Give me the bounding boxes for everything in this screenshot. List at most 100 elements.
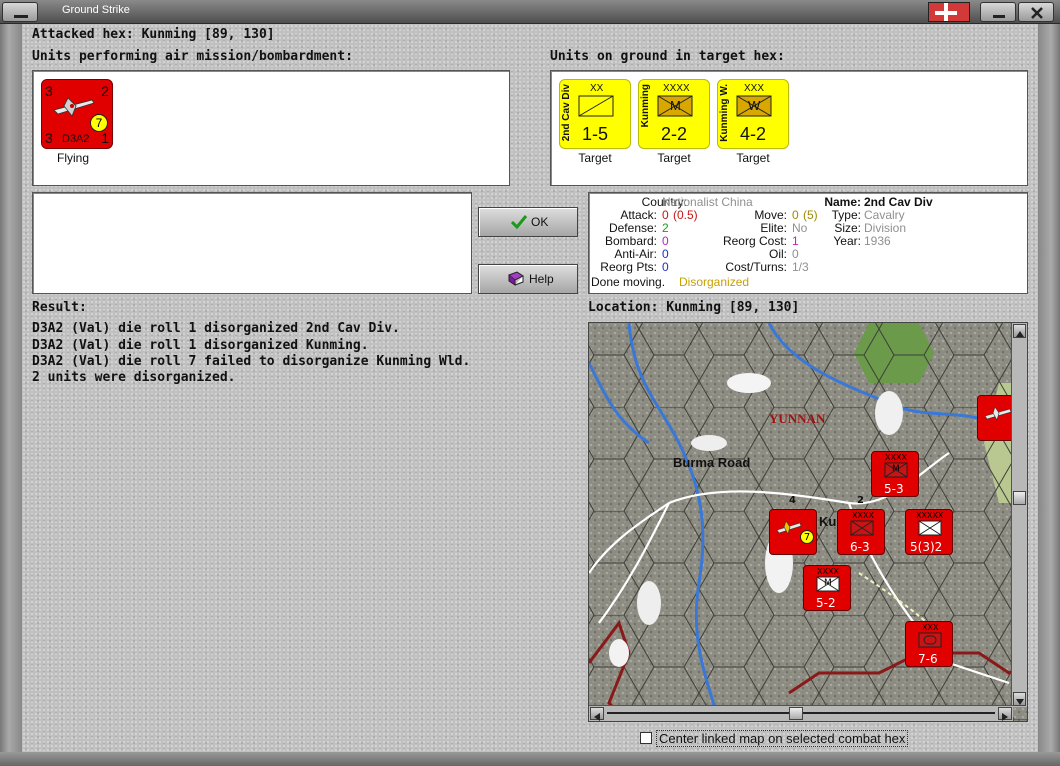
- map-air-unit-counter[interactable]: 7: [769, 509, 817, 555]
- map-unit-counter[interactable]: XXXX M 5-3: [871, 451, 919, 497]
- map-label-kunming: Ku: [819, 514, 837, 529]
- name-value: 2nd Cav Div: [864, 195, 933, 209]
- window-frame-right: [1038, 24, 1060, 754]
- map-unit-value: 7-6: [918, 652, 938, 666]
- map-unit-value: 5(3)2: [910, 540, 943, 554]
- aircraft-icon: [53, 97, 95, 117]
- cost-turns-key: Cost/Turns:: [725, 260, 787, 274]
- defense-value: 2: [662, 221, 669, 235]
- cost-turns-value: 1/3: [792, 260, 809, 274]
- help-button[interactable]: Help: [478, 264, 578, 294]
- map-unit-size: XXXX: [817, 567, 839, 576]
- done-moving-label: Done moving.: [591, 275, 666, 289]
- size-key: Size:: [834, 221, 861, 235]
- map-vertical-scrollbar[interactable]: [1011, 323, 1027, 707]
- type-value: Cavalry: [864, 208, 905, 222]
- oil-key: Oil:: [769, 247, 787, 261]
- window-frame-left: [0, 24, 22, 754]
- map-unit-size: XXXXX: [916, 511, 944, 520]
- ground-unit-counter[interactable]: Kunming W. XXX W 4-2: [717, 79, 789, 149]
- cavalry-symbol-icon: [578, 95, 614, 117]
- stack-count: 2: [857, 495, 864, 506]
- vertical-scroll-thumb[interactable]: [1013, 491, 1026, 505]
- center-map-checkbox-label[interactable]: Center linked map on selected combat hex: [656, 730, 909, 747]
- aircraft-icon: [984, 406, 1012, 421]
- horizontal-scroll-thumb[interactable]: [789, 707, 803, 720]
- scroll-down-button[interactable]: [1013, 692, 1026, 706]
- air-unit-badge: 7: [90, 114, 108, 132]
- map-label-yunnan: YUNNAN: [769, 411, 826, 426]
- air-unit-name: D3A2: [62, 133, 90, 145]
- stack-count: 4: [789, 495, 796, 506]
- center-map-checkbox[interactable]: [640, 732, 652, 744]
- location-label: Location: Kunming [89, 130]: [588, 300, 800, 315]
- minimize-icon: [993, 15, 1005, 18]
- ground-unit-value: 2-2: [661, 124, 688, 144]
- ground-unit-symbol: W: [748, 98, 761, 113]
- close-button[interactable]: [1018, 2, 1054, 22]
- window-menu-button[interactable]: [2, 2, 38, 22]
- air-unit-status: Flying: [56, 151, 89, 165]
- map-horizontal-scrollbar[interactable]: [589, 705, 1013, 721]
- map-unit-size: XXX: [922, 623, 939, 632]
- window-title: Ground Strike: [62, 4, 130, 16]
- nation-flag-icon: [928, 2, 970, 22]
- map-unit-counter[interactable]: XXX 7-6: [905, 621, 953, 667]
- reorg-pts-value: 0: [662, 260, 669, 274]
- air-units-label: Units performing air mission/bombardment…: [32, 49, 353, 64]
- ground-unit-status: Target: [736, 151, 770, 165]
- attacked-hex-label: Attacked hex: Kunming [89, 130]: [32, 27, 275, 42]
- reorg-cost-value: 1: [792, 234, 799, 248]
- map-unit-value: 5-3: [884, 482, 904, 496]
- hex-map[interactable]: YUNNAN Burma Road Ku 7 4 XXXX M 5-3 XXXX…: [588, 322, 1028, 722]
- map-unit-symbol: M: [892, 464, 900, 474]
- name-key: Name:: [824, 195, 861, 209]
- scroll-left-button[interactable]: [590, 707, 604, 721]
- ground-unit-counter[interactable]: Kunming XXXX M 2-2: [638, 79, 710, 149]
- result-line: D3A2 (Val) die roll 1 disorganized Kunmi…: [32, 338, 369, 353]
- oil-value: 0: [792, 247, 799, 261]
- help-book-icon: [508, 271, 524, 286]
- anti-air-key: Anti-Air:: [614, 247, 657, 261]
- ground-unit-size: XXX: [744, 83, 765, 94]
- attack-key: Attack:: [620, 208, 657, 222]
- scroll-up-button[interactable]: [1013, 324, 1026, 338]
- map-label-burma-road: Burma Road: [673, 455, 751, 470]
- aircraft-icon: [776, 520, 802, 535]
- map-unit-counter[interactable]: XXXXX 5(3)2: [905, 509, 953, 555]
- ground-unit-side-label: Kunming: [640, 84, 651, 128]
- bombard-key: Bombard:: [604, 234, 657, 248]
- result-line: D3A2 (Val) die roll 1 disorganized 2nd C…: [32, 321, 400, 336]
- air-unit-top-right: 2: [101, 83, 109, 99]
- map-unit-counter[interactable]: XXXX 6-3: [837, 509, 885, 555]
- infantry-symbol-icon: [918, 520, 942, 536]
- ground-unit-counter[interactable]: 2nd Cav Div XX 1-5: [559, 79, 631, 149]
- anti-air-value: 0: [662, 247, 669, 261]
- air-unit-counter[interactable]: 3 2 3 1 D3A2 7: [41, 79, 113, 149]
- scroll-right-button[interactable]: [998, 707, 1012, 721]
- map-unit-value: 5-2: [816, 596, 836, 610]
- reorg-pts-key: Reorg Pts:: [600, 260, 657, 274]
- air-unit-bottom-right: 1: [101, 130, 109, 146]
- bombard-value: 0: [662, 234, 669, 248]
- result-line: D3A2 (Val) die roll 7 failed to disorgan…: [32, 354, 471, 369]
- close-icon: [1031, 7, 1043, 19]
- ground-strike-window: Ground Strike Attacked hex: Kunming [89,…: [0, 0, 1060, 766]
- size-value: Division: [864, 221, 907, 235]
- ok-button[interactable]: OK: [478, 207, 578, 237]
- year-value: 1936: [864, 234, 891, 248]
- type-key: Type:: [831, 208, 861, 222]
- ground-unit-size: XX: [590, 83, 604, 94]
- ok-button-label: OK: [531, 215, 549, 229]
- ground-unit-symbol: M: [670, 98, 681, 113]
- result-line: 2 units were disorganized.: [32, 370, 236, 385]
- infantry-symbol-icon: [850, 520, 874, 536]
- attack-value-extra: (0.5): [673, 208, 698, 222]
- map-unit-size: XXXX: [852, 511, 874, 520]
- map-unit-counter[interactable]: XXXX M 5-2: [803, 565, 851, 611]
- ground-unit-status: Target: [657, 151, 691, 165]
- title-bar: Ground Strike: [0, 0, 1060, 24]
- ground-unit-value: 4-2: [740, 124, 767, 144]
- message-panel: [32, 192, 472, 294]
- minimize-button[interactable]: [980, 2, 1016, 22]
